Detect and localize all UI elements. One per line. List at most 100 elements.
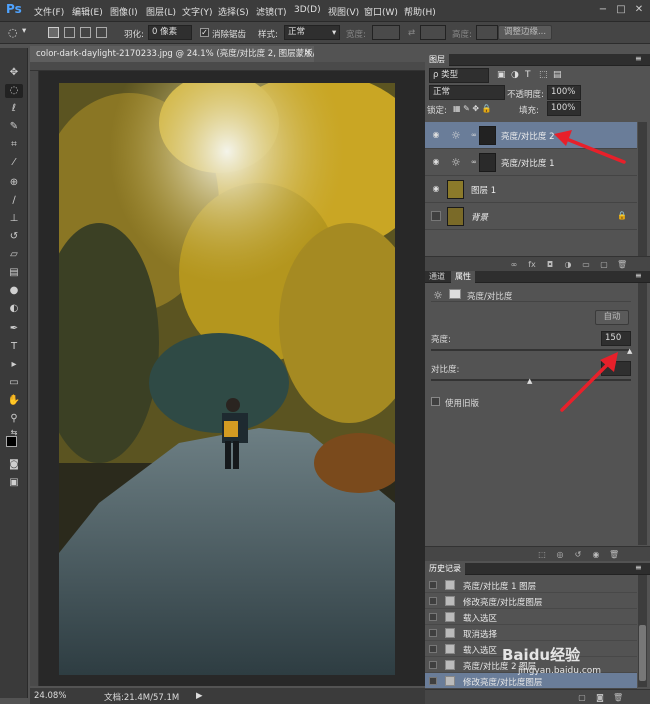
new-group-icon[interactable]: ▭ xyxy=(581,260,591,269)
clip-to-layer-icon[interactable]: ⬚ xyxy=(537,550,547,559)
menu-edit[interactable]: 编辑(E) xyxy=(72,5,103,18)
filter-pixel-icon[interactable]: ▣ xyxy=(497,70,506,80)
quick-select-tool-icon[interactable]: ✎ xyxy=(5,120,23,134)
new-snapshot-icon[interactable]: ◙ xyxy=(595,693,605,702)
use-legacy-checkbox[interactable] xyxy=(431,397,440,406)
add-selection-icon[interactable] xyxy=(64,27,75,38)
brightness-slider-thumb[interactable]: ▲ xyxy=(627,347,632,355)
shape-tool-icon[interactable]: ▭ xyxy=(5,376,23,390)
opacity-input[interactable]: 100% xyxy=(547,85,581,100)
layer-thumbnail[interactable] xyxy=(447,207,464,226)
new-adjustment-icon[interactable]: ◑ xyxy=(563,260,573,269)
auto-button[interactable]: 自动 xyxy=(595,310,629,325)
layer-mask-thumbnail[interactable] xyxy=(479,126,496,145)
link-icon[interactable]: ∞ xyxy=(471,158,477,166)
panel-menu-icon[interactable]: ≡ xyxy=(635,563,642,572)
quick-mask-icon[interactable]: ◙ xyxy=(5,458,23,472)
document-image[interactable] xyxy=(59,83,395,675)
zoom-level[interactable]: 24.08% xyxy=(34,691,66,701)
delete-state-icon[interactable]: 🗑 xyxy=(613,693,623,702)
panel-menu-icon[interactable]: ≡ xyxy=(635,271,642,280)
eraser-tool-icon[interactable]: ▱ xyxy=(5,248,23,262)
visibility-eye-icon[interactable]: ◉ xyxy=(431,130,441,140)
menu-3d[interactable]: 3D(D) xyxy=(294,5,321,15)
eyedropper-tool-icon[interactable]: ⁄ xyxy=(5,156,23,170)
blend-mode-select[interactable]: 正常 xyxy=(429,85,505,100)
history-snapshot-checkbox[interactable] xyxy=(429,677,437,685)
zoom-tool-icon[interactable]: ⚲ xyxy=(5,412,23,426)
menu-file[interactable]: 文件(F) xyxy=(34,5,64,18)
panel-menu-icon[interactable]: ≡ xyxy=(635,54,642,63)
menu-image[interactable]: 图像(I) xyxy=(110,5,138,18)
properties-scrollbar[interactable] xyxy=(638,283,647,545)
screen-mode-icon[interactable]: ▣ xyxy=(5,476,23,490)
new-layer-icon[interactable]: ▢ xyxy=(599,260,609,269)
link-icon[interactable]: ∞ xyxy=(471,131,477,139)
fill-input[interactable]: 100% xyxy=(547,101,581,116)
healing-tool-icon[interactable]: ⊕ xyxy=(5,176,23,190)
filter-adjustment-icon[interactable]: ◑ xyxy=(511,70,519,80)
history-snapshot-checkbox[interactable] xyxy=(429,613,437,621)
new-document-from-state-icon[interactable]: ▢ xyxy=(577,693,587,702)
history-item[interactable]: 载入选区 xyxy=(425,609,637,625)
history-snapshot-checkbox[interactable] xyxy=(429,645,437,653)
tab-channels[interactable]: 通道 xyxy=(425,271,449,283)
lasso-tool-icon[interactable]: ℓ xyxy=(5,102,23,116)
delete-adjustment-icon[interactable]: 🗑 xyxy=(609,550,619,559)
visibility-toggle-off[interactable] xyxy=(431,211,441,221)
link-layers-icon[interactable]: ∞ xyxy=(509,260,519,269)
foreground-color-swatch[interactable] xyxy=(6,436,17,447)
swap-icon[interactable]: ⇄ xyxy=(408,28,415,38)
blur-tool-icon[interactable]: ● xyxy=(5,284,23,298)
menu-layer[interactable]: 图层(L) xyxy=(146,5,176,18)
new-selection-icon[interactable] xyxy=(48,27,59,38)
visibility-eye-icon[interactable]: ◉ xyxy=(431,184,441,194)
move-tool-icon[interactable]: ✥ xyxy=(5,66,23,80)
menu-help[interactable]: 帮助(H) xyxy=(404,5,436,18)
toggle-visibility-icon[interactable]: ◉ xyxy=(591,550,601,559)
close-button[interactable]: ✕ xyxy=(632,3,646,17)
history-snapshot-checkbox[interactable] xyxy=(429,661,437,669)
mask-icon[interactable] xyxy=(449,289,461,299)
lock-pixels-icon[interactable]: ▦ ✎ ✥ 🔒 xyxy=(453,104,492,113)
add-mask-icon[interactable]: ◘ xyxy=(545,260,555,269)
layers-empty-area[interactable] xyxy=(425,230,637,256)
dodge-tool-icon[interactable]: ◐ xyxy=(5,302,23,316)
history-scroll-thumb[interactable] xyxy=(639,625,646,681)
document-tab[interactable]: color-dark-daylight-2170233.jpg @ 24.1% … xyxy=(30,46,314,62)
menu-type[interactable]: 文字(Y) xyxy=(182,5,213,18)
contrast-slider-thumb[interactable]: ▲ xyxy=(527,377,532,385)
brightness-input[interactable]: 150 xyxy=(601,331,631,346)
history-snapshot-checkbox[interactable] xyxy=(429,629,437,637)
filter-smart-object-icon[interactable]: ▤ xyxy=(553,70,562,80)
layers-scrollbar[interactable] xyxy=(638,122,647,256)
hand-tool-icon[interactable]: ✋ xyxy=(5,394,23,408)
history-snapshot-checkbox[interactable] xyxy=(429,597,437,605)
reset-icon[interactable]: ↺ xyxy=(573,550,583,559)
history-snapshot-checkbox[interactable] xyxy=(429,581,437,589)
width-input[interactable] xyxy=(372,25,400,40)
menu-window[interactable]: 窗口(W) xyxy=(364,5,398,18)
feather-input[interactable]: 0 像素 xyxy=(148,25,192,40)
visibility-eye-icon[interactable]: ◉ xyxy=(431,157,441,167)
path-select-tool-icon[interactable]: ▸ xyxy=(5,358,23,372)
view-previous-icon[interactable]: ◎ xyxy=(555,550,565,559)
pen-tool-icon[interactable]: ✒ xyxy=(5,322,23,336)
layer-style-icon[interactable]: fx xyxy=(527,260,537,269)
height-input[interactable] xyxy=(476,25,498,40)
layer-filter-select[interactable]: ρ 类型 xyxy=(429,68,489,83)
marquee-tool-icon[interactable]: ◌ xyxy=(5,84,23,98)
layer-thumbnail[interactable] xyxy=(447,180,464,199)
menu-filter[interactable]: 滤镜(T) xyxy=(256,5,287,18)
history-item[interactable]: 取消选择 xyxy=(425,625,637,641)
brush-tool-icon[interactable]: ∕ xyxy=(5,194,23,208)
refine-edge-button[interactable]: 调整边缘... xyxy=(498,25,552,40)
crop-tool-icon[interactable]: ⌗ xyxy=(5,138,23,152)
menu-select[interactable]: 选择(S) xyxy=(218,5,249,18)
history-brush-tool-icon[interactable]: ↺ xyxy=(5,230,23,244)
layer-name[interactable]: 图层 1 xyxy=(471,184,496,196)
filter-type-icon[interactable]: T xyxy=(525,70,531,80)
status-menu-arrow-icon[interactable]: ▶ xyxy=(196,691,203,701)
tool-preset-dropdown-icon[interactable]: ▾ xyxy=(22,26,26,36)
gradient-tool-icon[interactable]: ▤ xyxy=(5,266,23,280)
